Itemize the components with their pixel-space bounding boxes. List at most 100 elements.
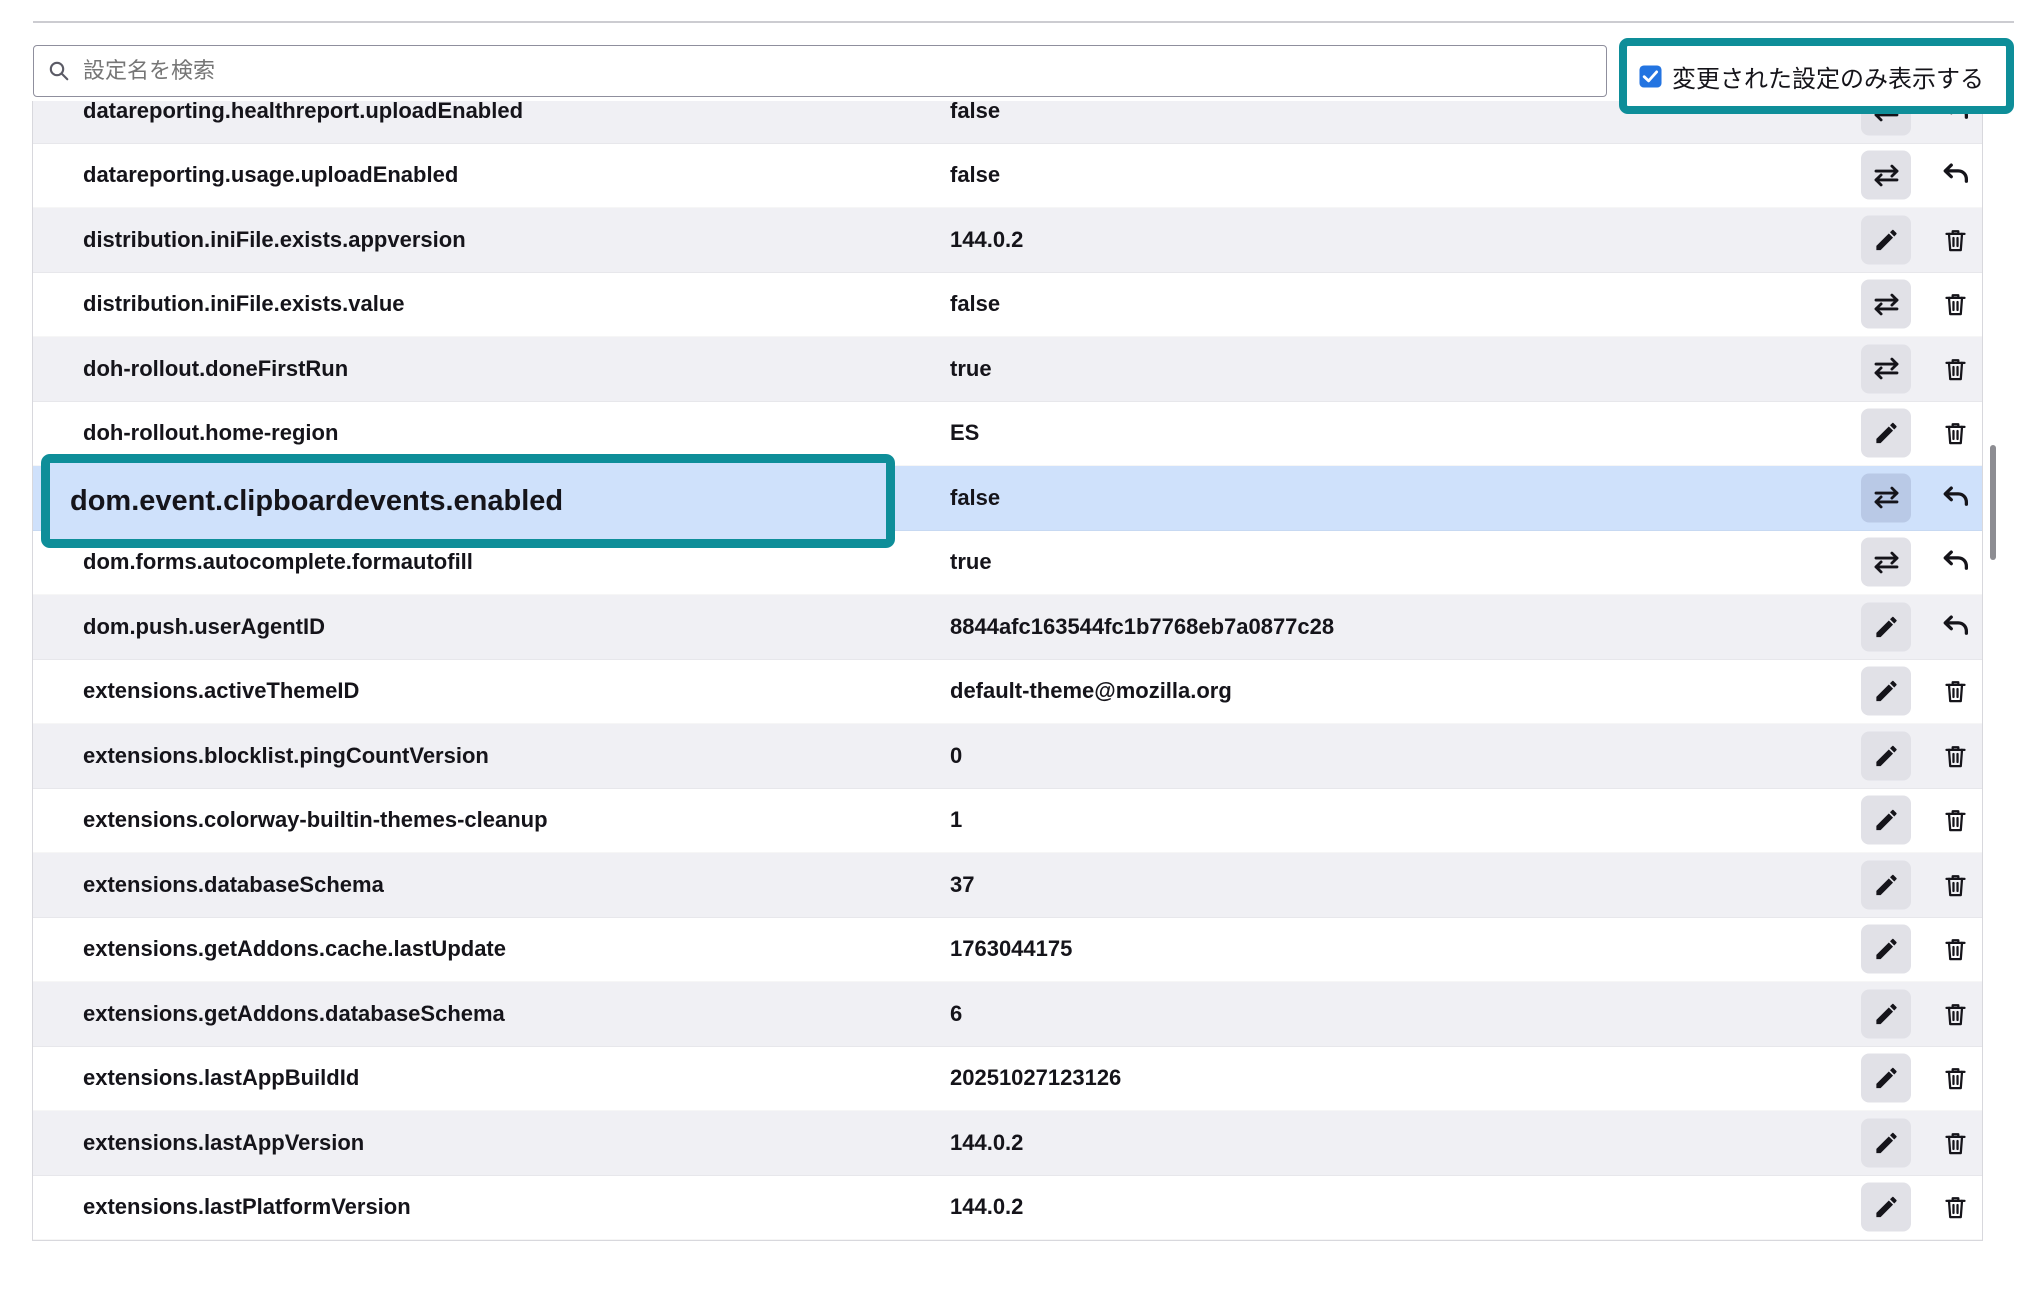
pref-value: true: [950, 356, 992, 382]
pref-name: doh-rollout.home-region: [83, 420, 338, 446]
edit-pencil-icon: [1873, 420, 1900, 447]
about-config-page: datareporting.healthreport.uploadEnabled…: [0, 0, 2020, 1304]
pref-row[interactable]: extensions.getAddons.cache.lastUpdate 17…: [33, 918, 1982, 983]
pref-value: false: [950, 485, 1000, 511]
delete-pref-button[interactable]: [1930, 989, 1980, 1038]
delete-pref-button[interactable]: [1930, 925, 1980, 974]
toggle-arrows-icon: [1871, 484, 1902, 512]
delete-pref-button[interactable]: [1930, 215, 1980, 264]
edit-pencil-icon: [1873, 936, 1900, 963]
toggle-arrows-icon: [1871, 355, 1902, 383]
delete-pref-button[interactable]: [1930, 344, 1980, 393]
edit-value-button[interactable]: [1861, 1118, 1911, 1167]
pref-name: extensions.lastAppVersion: [83, 1130, 364, 1156]
pref-row[interactable]: distribution.iniFile.exists.appversion 1…: [33, 208, 1982, 273]
pref-row[interactable]: datareporting.usage.uploadEnabled false: [33, 144, 1982, 209]
pref-name: doh-rollout.doneFirstRun: [83, 356, 348, 382]
undo-reset-icon: [1941, 161, 1970, 190]
pref-row[interactable]: extensions.getAddons.databaseSchema 6: [33, 982, 1982, 1047]
trash-delete-icon: [1942, 935, 1969, 964]
undo-reset-icon: [1941, 548, 1970, 577]
edit-pencil-icon: [1873, 871, 1900, 898]
annotation-box-filter-checkbox: 変更された設定のみ表示する: [1619, 38, 2014, 114]
pref-name: dom.forms.autocomplete.formautofill: [83, 549, 473, 575]
reset-pref-button[interactable]: [1930, 473, 1980, 522]
trash-delete-icon: [1942, 1064, 1969, 1093]
pref-value: 144.0.2: [950, 1194, 1023, 1220]
edit-value-button[interactable]: [1861, 409, 1911, 458]
pref-row[interactable]: extensions.lastAppBuildId 20251027123126: [33, 1047, 1982, 1112]
reset-pref-button[interactable]: [1930, 538, 1980, 587]
delete-pref-button[interactable]: [1930, 409, 1980, 458]
edit-value-button[interactable]: [1861, 1183, 1911, 1232]
edit-value-button[interactable]: [1861, 731, 1911, 780]
reset-pref-button[interactable]: [1930, 602, 1980, 651]
pref-row[interactable]: doh-rollout.doneFirstRun true: [33, 337, 1982, 402]
pref-value: 1: [950, 807, 962, 833]
selected-pref-name: dom.event.clipboardevents.enabled: [70, 485, 563, 518]
show-modified-checkbox[interactable]: [1639, 65, 1662, 88]
pref-row[interactable]: distribution.iniFile.exists.value false: [33, 273, 1982, 338]
search-box: [33, 45, 1607, 97]
pref-value: ES: [950, 420, 979, 446]
pref-row[interactable]: extensions.lastAppVersion 144.0.2: [33, 1111, 1982, 1176]
edit-pencil-icon: [1873, 807, 1900, 834]
toggle-value-button[interactable]: [1861, 344, 1911, 393]
edit-pencil-icon: [1873, 742, 1900, 769]
pref-value: 6: [950, 1001, 962, 1027]
pref-row[interactable]: extensions.activeThemeID default-theme@m…: [33, 660, 1982, 725]
pref-name: distribution.iniFile.exists.value: [83, 291, 405, 317]
trash-delete-icon: [1942, 1128, 1969, 1157]
toggle-value-button[interactable]: [1861, 151, 1911, 200]
delete-pref-button[interactable]: [1930, 667, 1980, 716]
delete-pref-button[interactable]: [1930, 1183, 1980, 1232]
trash-delete-icon: [1942, 806, 1969, 835]
pref-row[interactable]: dom.push.userAgentID 8844afc163544fc1b77…: [33, 595, 1982, 660]
pref-value: 20251027123126: [950, 1065, 1121, 1091]
delete-pref-button[interactable]: [1930, 1118, 1980, 1167]
edit-value-button[interactable]: [1861, 602, 1911, 651]
pref-value: false: [950, 291, 1000, 317]
show-modified-checkbox-label[interactable]: 変更された設定のみ表示する: [1672, 59, 1984, 94]
delete-pref-button[interactable]: [1930, 1054, 1980, 1103]
pref-value: 8844afc163544fc1b7768eb7a0877c28: [950, 614, 1334, 640]
pref-name: extensions.blocklist.pingCountVersion: [83, 743, 489, 769]
edit-value-button[interactable]: [1861, 667, 1911, 716]
trash-delete-icon: [1942, 677, 1969, 706]
edit-value-button[interactable]: [1861, 1054, 1911, 1103]
pref-name: extensions.getAddons.databaseSchema: [83, 1001, 505, 1027]
pref-name: datareporting.usage.uploadEnabled: [83, 162, 458, 188]
pref-value: 37: [950, 872, 974, 898]
toggle-arrows-icon: [1871, 161, 1902, 189]
toggle-value-button[interactable]: [1861, 280, 1911, 329]
delete-pref-button[interactable]: [1930, 860, 1980, 909]
edit-value-button[interactable]: [1861, 215, 1911, 264]
pref-value: false: [950, 162, 1000, 188]
edit-value-button[interactable]: [1861, 796, 1911, 845]
trash-delete-icon: [1942, 354, 1969, 383]
delete-pref-button[interactable]: [1930, 280, 1980, 329]
delete-pref-button[interactable]: [1930, 796, 1980, 845]
vertical-scrollbar-thumb[interactable]: [1990, 445, 1996, 560]
pref-name: extensions.activeThemeID: [83, 678, 359, 704]
edit-value-button[interactable]: [1861, 860, 1911, 909]
edit-pencil-icon: [1873, 678, 1900, 705]
pref-value: 144.0.2: [950, 227, 1023, 253]
pref-row[interactable]: extensions.blocklist.pingCountVersion 0: [33, 724, 1982, 789]
search-input[interactable]: [81, 57, 1606, 85]
pref-row[interactable]: extensions.databaseSchema 37: [33, 853, 1982, 918]
search-icon: [47, 59, 71, 83]
edit-value-button[interactable]: [1861, 925, 1911, 974]
toggle-value-button[interactable]: [1861, 538, 1911, 587]
edit-value-button[interactable]: [1861, 989, 1911, 1038]
pref-row[interactable]: extensions.colorway-builtin-themes-clean…: [33, 789, 1982, 854]
reset-pref-button[interactable]: [1930, 151, 1980, 200]
pref-name: extensions.databaseSchema: [83, 872, 384, 898]
delete-pref-button[interactable]: [1930, 731, 1980, 780]
pref-row[interactable]: extensions.lastPlatformVersion 144.0.2: [33, 1176, 1982, 1241]
pref-name: extensions.colorway-builtin-themes-clean…: [83, 807, 548, 833]
trash-delete-icon: [1942, 870, 1969, 899]
edit-pencil-icon: [1873, 1065, 1900, 1092]
toggle-value-button[interactable]: [1861, 473, 1911, 522]
top-divider-line: [33, 21, 2014, 23]
